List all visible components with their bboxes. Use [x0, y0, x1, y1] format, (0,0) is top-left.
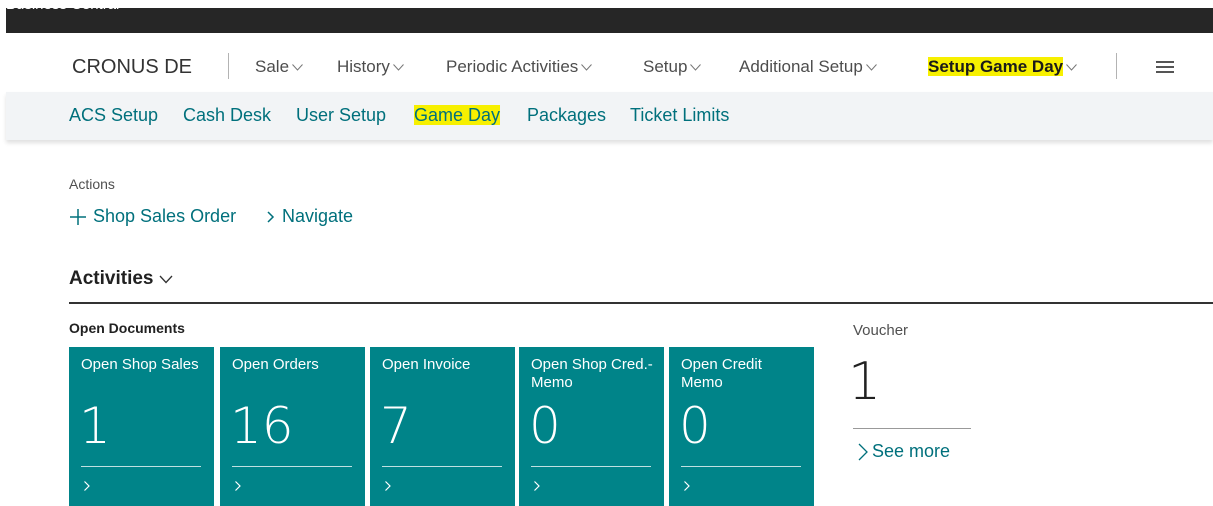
- see-more-link[interactable]: See more: [856, 441, 950, 462]
- tile-open-shop-sales[interactable]: Open Shop Sales 1: [69, 347, 214, 506]
- action-label: Shop Sales Order: [93, 206, 237, 226]
- tile-title: Open Orders: [232, 356, 319, 373]
- chevron-right-icon: [385, 481, 391, 491]
- nav-divider: [1116, 53, 1117, 79]
- nav-item-periodic-activities[interactable]: Periodic Activities: [446, 57, 593, 77]
- chevron-down-icon: [393, 64, 404, 71]
- voucher-value[interactable]: 1: [848, 352, 881, 412]
- nav-item-history[interactable]: History: [337, 57, 404, 77]
- subnav-item-ticket-limits[interactable]: Ticket Limits: [630, 105, 729, 126]
- company-name[interactable]: CRONUS DE: [72, 56, 192, 79]
- voucher-divider: [853, 428, 971, 429]
- chevron-down-icon: [690, 64, 702, 71]
- hamburger-icon[interactable]: [1156, 61, 1174, 76]
- activities-heading[interactable]: Activities: [69, 268, 173, 290]
- tile-open-shop-cred-memo[interactable]: Open Shop Cred.-Memo 0: [519, 347, 664, 506]
- nav-item-sale[interactable]: Sale: [255, 57, 303, 77]
- see-more-label: See more: [872, 441, 951, 461]
- tile-title: Open Shop Sales: [81, 356, 199, 373]
- app-title-bar: Business Central: [6, 0, 1213, 33]
- chevron-down-icon: [159, 275, 173, 284]
- chevron-down-icon: [292, 64, 303, 71]
- tile-divider: [382, 466, 502, 467]
- navigate-action[interactable]: Navigate: [266, 206, 353, 227]
- nav-divider: [228, 53, 229, 79]
- subnav-item-label: Game Day: [414, 105, 501, 125]
- tile-divider: [531, 466, 651, 467]
- tile-open-orders[interactable]: Open Orders 16: [220, 347, 365, 506]
- tile-divider: [81, 466, 201, 467]
- chevron-right-icon: [84, 481, 90, 491]
- subnav-item-label: Cash Desk: [183, 105, 272, 125]
- nav-item-label: Setup: [643, 57, 688, 76]
- tile-open-credit-memo[interactable]: Open Credit Memo 0: [669, 347, 814, 506]
- open-documents-heading: Open Documents: [69, 320, 185, 336]
- nav-item-label: Periodic Activities: [446, 57, 579, 76]
- subnav-item-label: Packages: [527, 105, 607, 125]
- chevron-right-icon: [267, 210, 275, 223]
- main-navigation: CRONUS DE Sale History Periodic Activiti…: [6, 33, 1213, 92]
- subnav-item-user-setup[interactable]: User Setup: [296, 105, 386, 126]
- tile-title: Open Shop Cred.-Memo: [531, 356, 653, 391]
- chevron-right-icon: [235, 481, 241, 491]
- subnav-item-packages[interactable]: Packages: [527, 105, 606, 126]
- app-title: Business Central: [6, 0, 120, 13]
- actions-heading: Actions: [69, 176, 115, 192]
- tile-value: 16: [230, 397, 294, 455]
- chevron-right-icon: [684, 481, 690, 491]
- subnav-item-label: Ticket Limits: [630, 105, 730, 125]
- voucher-label: Voucher: [853, 322, 909, 339]
- tile-title: Open Invoice: [382, 356, 471, 373]
- subnav-item-label: User Setup: [296, 105, 387, 125]
- chevron-down-icon: [581, 64, 593, 71]
- nav-item-setup-game-day[interactable]: Setup Game Day: [928, 57, 1077, 77]
- chevron-down-icon: [1066, 64, 1077, 71]
- nav-item-additional-setup[interactable]: Additional Setup: [739, 57, 877, 77]
- subnav-item-cash-desk[interactable]: Cash Desk: [183, 105, 271, 126]
- nav-item-setup[interactable]: Setup: [643, 57, 702, 77]
- tile-open-invoice[interactable]: Open Invoice 7: [370, 347, 515, 506]
- tile-value: 1: [79, 397, 111, 455]
- tile-value: 0: [679, 397, 711, 455]
- section-divider: [69, 302, 1213, 304]
- chevron-right-icon: [534, 481, 540, 491]
- nav-item-label: Setup Game Day: [928, 57, 1064, 76]
- tile-title: Open Credit Memo: [681, 356, 762, 391]
- tile-divider: [232, 466, 352, 467]
- nav-item-label: Sale: [255, 57, 290, 76]
- action-label: Navigate: [282, 206, 354, 226]
- plus-icon: [70, 208, 86, 225]
- chevron-right-icon: [858, 443, 868, 460]
- subnav-item-acs-setup[interactable]: ACS Setup: [69, 105, 158, 126]
- sub-navigation: ACS Setup Cash Desk User Setup Game Day …: [6, 92, 1213, 140]
- nav-item-label: History: [337, 57, 390, 76]
- chevron-down-icon: [865, 64, 877, 71]
- activities-heading-label: Activities: [69, 268, 154, 289]
- shop-sales-order-action[interactable]: Shop Sales Order: [69, 206, 236, 227]
- nav-item-label: Additional Setup: [739, 57, 863, 76]
- tile-value: 0: [529, 397, 561, 455]
- subnav-item-label: ACS Setup: [69, 105, 159, 125]
- tile-value: 7: [380, 397, 412, 455]
- subnav-item-game-day[interactable]: Game Day: [414, 105, 501, 126]
- tile-divider: [681, 466, 801, 467]
